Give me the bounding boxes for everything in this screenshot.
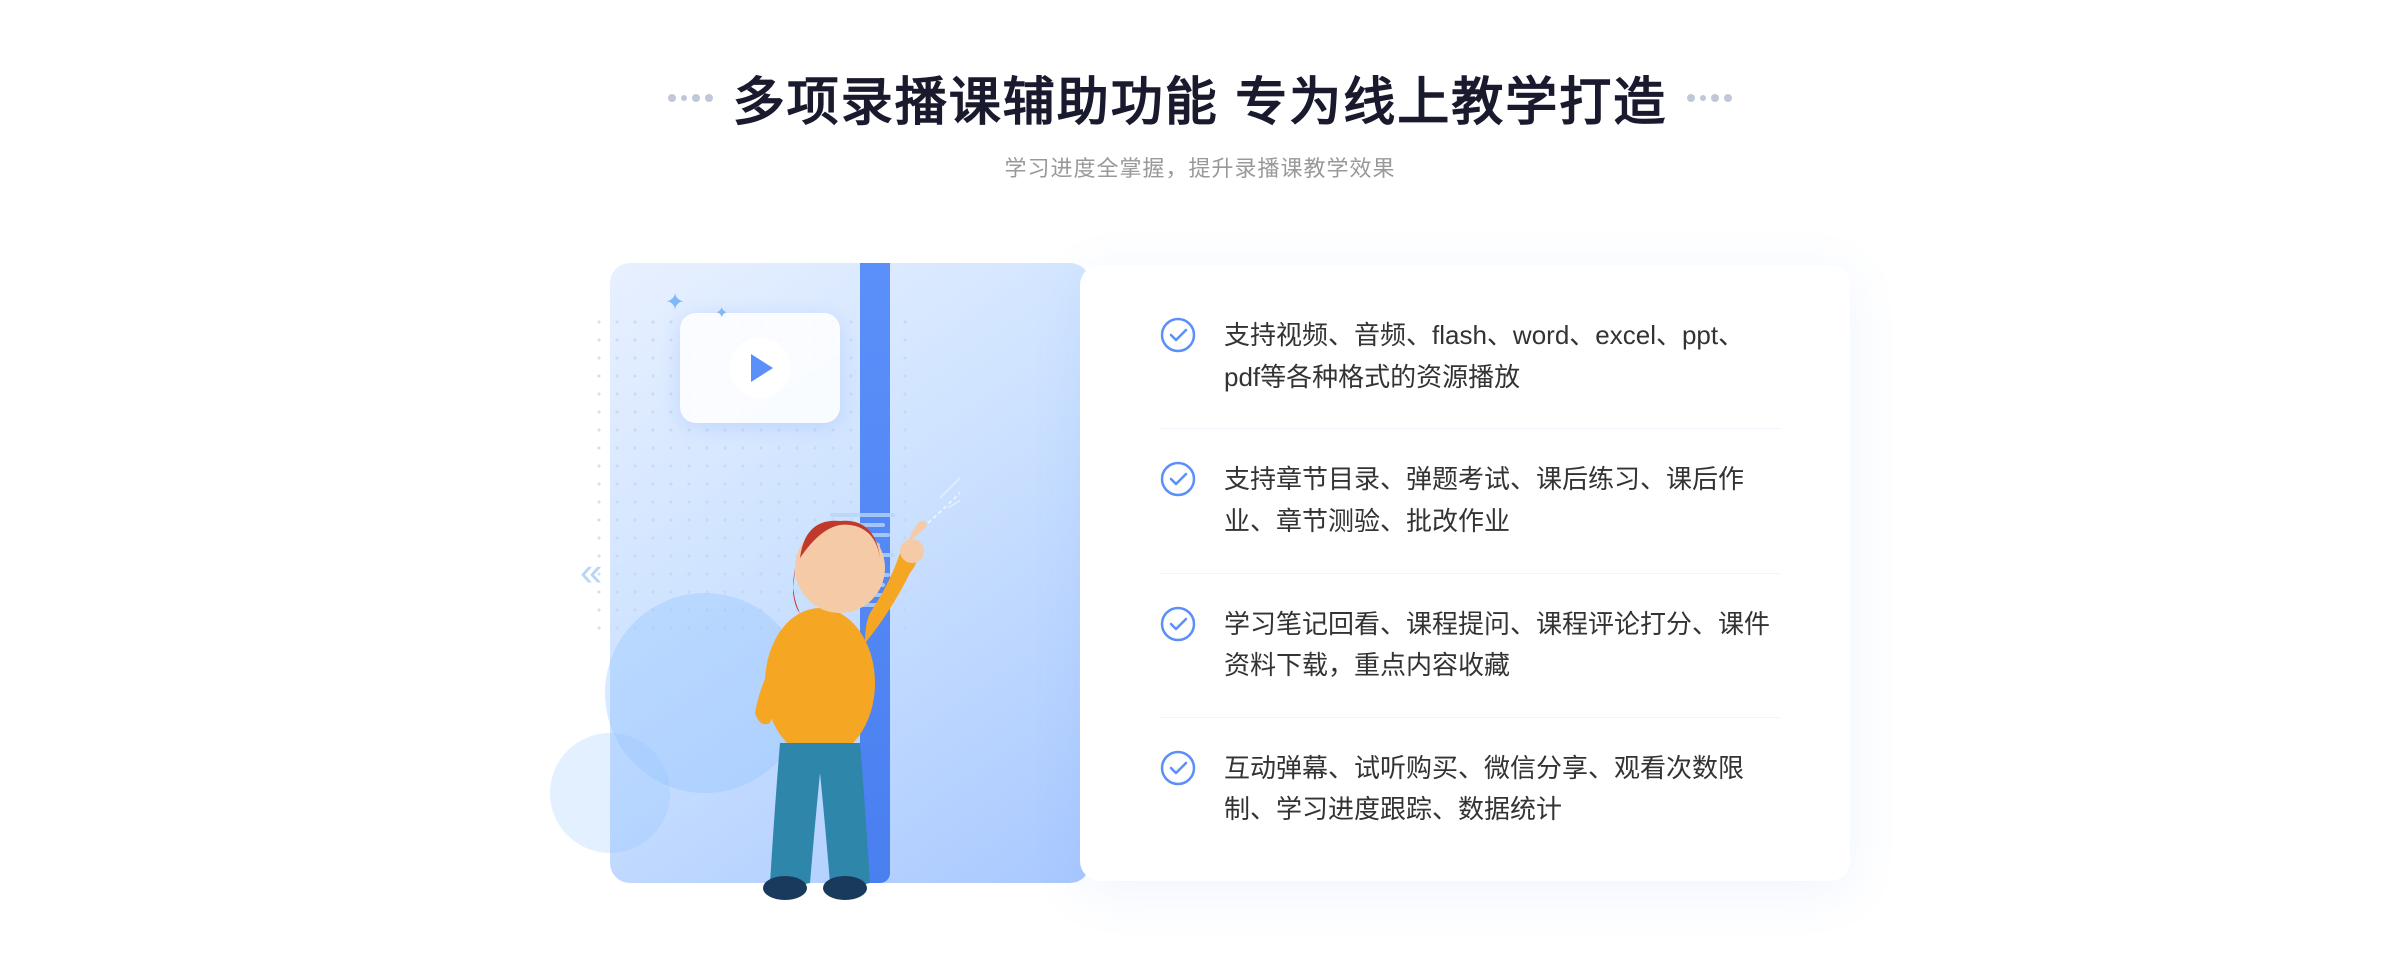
sparkle-icon-1: ✦ [665,288,685,317]
title-dots-right [1687,94,1732,102]
header-section: 多项录播课辅助功能 专为线上教学打造 学习进度全掌握，提升录播课教学效果 [668,60,1732,183]
check-icon-4 [1160,750,1196,786]
check-icon-2 [1160,461,1196,497]
main-title: 多项录播课辅助功能 专为线上教学打造 [733,60,1667,135]
feature-item-4: 互动弹幕、试听购买、微信分享、观看次数限制、学习进度跟踪、数据统计 [1160,718,1780,831]
features-panel: 支持视频、音频、flash、word、excel、ppt、pdf等各种格式的资源… [1080,265,1850,881]
main-content: « [550,233,1850,913]
title-row: 多项录播课辅助功能 专为线上教学打造 [668,60,1732,135]
check-icon-1 [1160,317,1196,353]
title-dots-left [668,94,713,102]
feature-text-3: 学习笔记回看、课程提问、课程评论打分、课件资料下载，重点内容收藏 [1224,604,1780,687]
feature-text-1: 支持视频、音频、flash、word、excel、ppt、pdf等各种格式的资源… [1224,315,1780,398]
person-illustration [680,373,960,913]
sparkle-icon-2: ✦ [715,303,728,323]
deco-circle-small [550,733,670,853]
check-icon-3 [1160,606,1196,642]
feature-item-1: 支持视频、音频、flash、word、excel、ppt、pdf等各种格式的资源… [1160,315,1780,429]
feature-text-4: 互动弹幕、试听购买、微信分享、观看次数限制、学习进度跟踪、数据统计 [1224,748,1780,831]
feature-item-2: 支持章节目录、弹题考试、课后练习、课后作业、章节测验、批改作业 [1160,429,1780,573]
feature-text-2: 支持章节目录、弹题考试、课后练习、课后作业、章节测验、批改作业 [1224,459,1780,542]
subtitle: 学习进度全掌握，提升录播课教学效果 [1004,151,1395,183]
illustration-wrapper: ✦ ✦ [550,233,1110,913]
feature-item-3: 学习笔记回看、课程提问、课程评论打分、课件资料下载，重点内容收藏 [1160,574,1780,718]
page-wrapper: 多项录播课辅助功能 专为线上教学打造 学习进度全掌握，提升录播课教学效果 « [0,60,2400,913]
